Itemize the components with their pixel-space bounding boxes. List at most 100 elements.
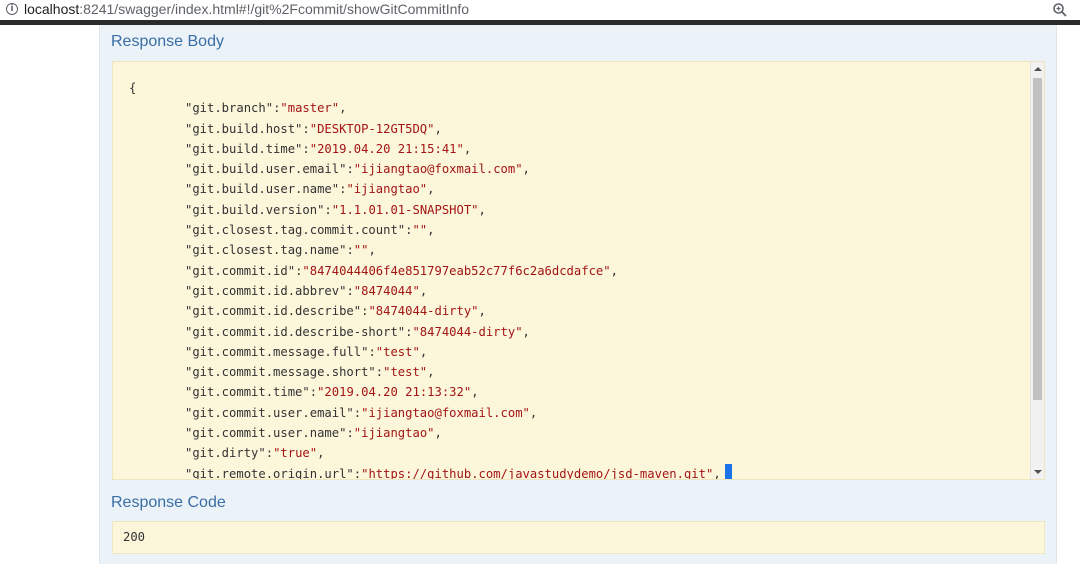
json-colon: : xyxy=(302,141,310,156)
json-comma: , xyxy=(478,304,486,319)
address-url[interactable]: localhost:8241/swagger/index.html#!/git%… xyxy=(24,1,469,17)
response-panel: Response Body {"git.branch":"master", "gi… xyxy=(99,25,1057,564)
json-comma: , xyxy=(522,162,530,177)
scroll-thumb[interactable] xyxy=(1033,78,1042,400)
json-value: "test" xyxy=(383,365,428,380)
response-body-json[interactable]: {"git.branch":"master", "git.build.host":… xyxy=(129,78,732,480)
json-key: "git.dirty" xyxy=(185,446,266,461)
url-path: :8241/swagger/index.html#!/git%2Fcommit/… xyxy=(79,1,470,17)
json-key: "git.branch" xyxy=(185,101,274,116)
info-icon[interactable]: i xyxy=(6,3,18,15)
json-line: "git.commit.id.describe":"8474044-dirty"… xyxy=(129,301,732,321)
json-colon: : xyxy=(346,243,354,258)
json-value: "true" xyxy=(273,446,318,461)
json-key: "git.build.time" xyxy=(185,141,303,156)
json-line: "git.commit.user.email":"ijiangtao@foxma… xyxy=(129,403,732,423)
zoom-icon[interactable] xyxy=(1052,2,1068,18)
json-key: "git.build.version" xyxy=(185,202,325,217)
json-key: "git.commit.id.describe" xyxy=(185,304,362,319)
json-line: "git.build.host":"DESKTOP-12GT5DQ", xyxy=(129,119,732,139)
json-colon: : xyxy=(353,405,362,420)
json-value: "ijiangtao@foxmail.com" xyxy=(353,162,523,177)
json-comma: , xyxy=(610,263,618,278)
json-line: "git.build.user.email":"ijiangtao@foxmai… xyxy=(129,159,732,179)
json-line: "git.commit.id":"8474044406f4e851797eab5… xyxy=(129,261,732,281)
response-code-box[interactable]: 200 xyxy=(112,521,1045,554)
json-comma: , xyxy=(471,385,479,400)
vertical-scrollbar[interactable] xyxy=(1030,62,1044,479)
json-value: "" xyxy=(353,243,369,258)
json-line: "git.remote.origin.url":"https://github.… xyxy=(129,463,732,480)
json-comma: , xyxy=(419,283,428,298)
text-cursor xyxy=(724,463,732,479)
json-key: "git.commit.message.full" xyxy=(185,344,369,359)
json-comma: , xyxy=(478,202,486,217)
json-key: "git.commit.user.email" xyxy=(185,405,354,420)
json-colon: : xyxy=(346,162,354,177)
json-value: "8474044-dirty" xyxy=(368,304,479,319)
json-line: "git.commit.message.full":"test", xyxy=(129,342,732,362)
response-body-box[interactable]: {"git.branch":"master", "git.build.host":… xyxy=(112,61,1045,480)
json-value: "master" xyxy=(280,101,340,116)
json-value: "8474044" xyxy=(353,283,420,298)
json-line: "git.build.version":"1.1.01.01-SNAPSHOT"… xyxy=(129,200,732,220)
json-colon: : xyxy=(324,202,332,217)
scroll-up-arrow-icon[interactable] xyxy=(1034,67,1042,71)
json-key: "git.commit.id.describe-short" xyxy=(185,324,406,339)
json-open-brace: { xyxy=(129,81,137,95)
json-key: "git.closest.tag.commit.count" xyxy=(185,223,406,238)
json-key: "git.closest.tag.name" xyxy=(185,243,347,258)
json-key: "git.commit.user.name" xyxy=(185,426,347,441)
json-key: "git.build.host" xyxy=(185,121,303,136)
json-line: "git.commit.time":"2019.04.20 21:13:32", xyxy=(129,382,732,402)
json-comma: , xyxy=(463,141,472,156)
json-value: "https://github.com/javastudydemo/jsd-ma… xyxy=(361,466,714,480)
json-key: "git.commit.time" xyxy=(185,385,310,400)
json-colon: : xyxy=(265,446,274,461)
json-colon: : xyxy=(353,466,362,480)
json-colon: : xyxy=(346,283,354,298)
json-line: "git.commit.message.short":"test", xyxy=(129,362,732,382)
json-colon: : xyxy=(302,121,310,136)
json-line: "git.build.user.name":"ijiangtao", xyxy=(129,179,732,199)
json-line: "git.closest.tag.commit.count":"", xyxy=(129,220,732,240)
json-key: "git.build.user.name" xyxy=(185,182,340,197)
json-value: "ijiangtao" xyxy=(346,182,428,197)
json-line: "git.commit.id.abbrev":"8474044", xyxy=(129,281,732,301)
json-colon: : xyxy=(346,426,354,441)
json-colon: : xyxy=(309,385,318,400)
json-comma: , xyxy=(427,365,435,380)
json-comma: , xyxy=(419,344,428,359)
json-value: "8474044-dirty" xyxy=(412,324,523,339)
response-code-title: Response Code xyxy=(111,494,226,511)
json-key: "git.commit.message.short" xyxy=(185,365,376,380)
json-value: "8474044406f4e851797eab52c77f6c2a6dcdafc… xyxy=(302,263,611,278)
browser-address-bar[interactable]: i localhost:8241/swagger/index.html#!/gi… xyxy=(0,0,1080,25)
url-host: localhost xyxy=(24,1,80,17)
json-value: "ijiangtao@foxmail.com" xyxy=(361,405,530,420)
json-value: "test" xyxy=(375,344,420,359)
json-value: "2019.04.20 21:15:41" xyxy=(309,141,464,156)
json-line: "git.commit.id.describe-short":"8474044-… xyxy=(129,322,732,342)
json-key: "git.commit.id" xyxy=(185,263,296,278)
json-comma: , xyxy=(529,405,538,420)
response-body-title: Response Body xyxy=(111,33,224,50)
json-value: "ijiangtao" xyxy=(353,426,435,441)
json-key: "git.remote.origin.url" xyxy=(185,466,354,480)
json-comma: , xyxy=(368,243,376,258)
json-key: "git.commit.id.abbrev" xyxy=(185,283,347,298)
json-line: "git.commit.user.name":"ijiangtao", xyxy=(129,423,732,443)
json-line: "git.dirty":"true", xyxy=(129,443,732,463)
json-comma: , xyxy=(427,182,435,197)
json-value: "1.1.01.01-SNAPSHOT" xyxy=(331,202,479,217)
json-comma: , xyxy=(434,121,442,136)
json-value: "DESKTOP-12GT5DQ" xyxy=(309,121,435,136)
scroll-down-arrow-icon[interactable] xyxy=(1034,470,1042,474)
json-comma: , xyxy=(339,101,347,116)
json-comma: , xyxy=(522,324,530,339)
json-line: "git.branch":"master", xyxy=(129,98,732,118)
json-comma: , xyxy=(317,446,325,461)
json-colon: : xyxy=(368,344,376,359)
json-entries: "git.branch":"master", "git.build.host":"… xyxy=(129,98,732,480)
json-line: "git.build.time":"2019.04.20 21:15:41", xyxy=(129,139,732,159)
